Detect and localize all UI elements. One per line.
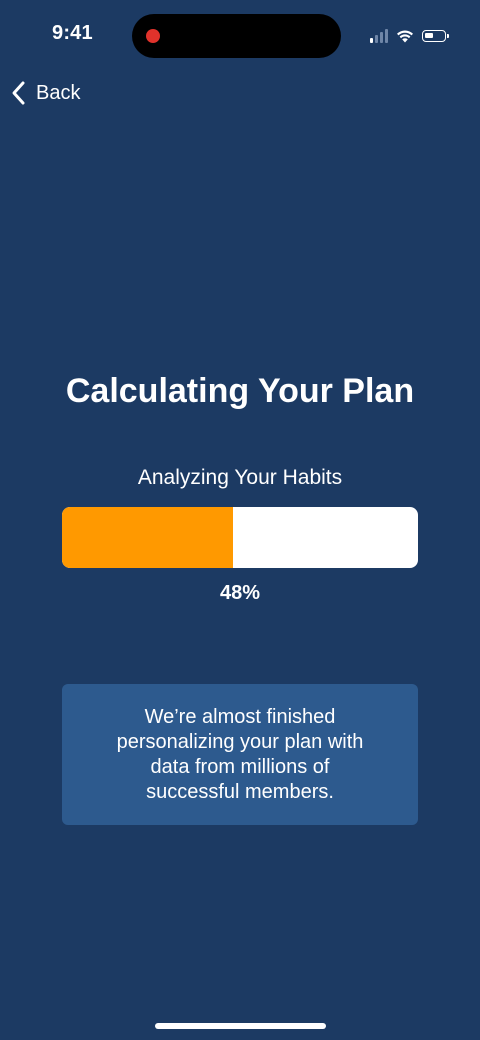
status-time: 9:41 xyxy=(52,22,93,44)
wifi-icon xyxy=(397,30,413,43)
status-bar: 9:41 xyxy=(0,0,480,72)
signal-icon xyxy=(370,29,388,43)
home-indicator[interactable] xyxy=(155,1023,326,1029)
page-title: Calculating Your Plan xyxy=(65,372,415,410)
progress-label: Analyzing Your Habits xyxy=(137,466,343,489)
dynamic-island xyxy=(132,14,341,58)
back-label: Back xyxy=(36,81,81,104)
info-card: We’re almost finished personalizing your… xyxy=(62,684,418,825)
battery-icon xyxy=(422,30,449,42)
status-icons xyxy=(370,26,449,46)
info-card-text: We’re almost finished personalizing your… xyxy=(116,705,364,803)
recording-indicator-icon xyxy=(146,29,160,43)
progress-percent: 48% xyxy=(219,582,261,604)
progress-bar xyxy=(62,507,418,568)
chevron-left-icon xyxy=(12,81,25,105)
back-button[interactable]: Back xyxy=(10,78,80,108)
progress-fill xyxy=(62,507,233,568)
